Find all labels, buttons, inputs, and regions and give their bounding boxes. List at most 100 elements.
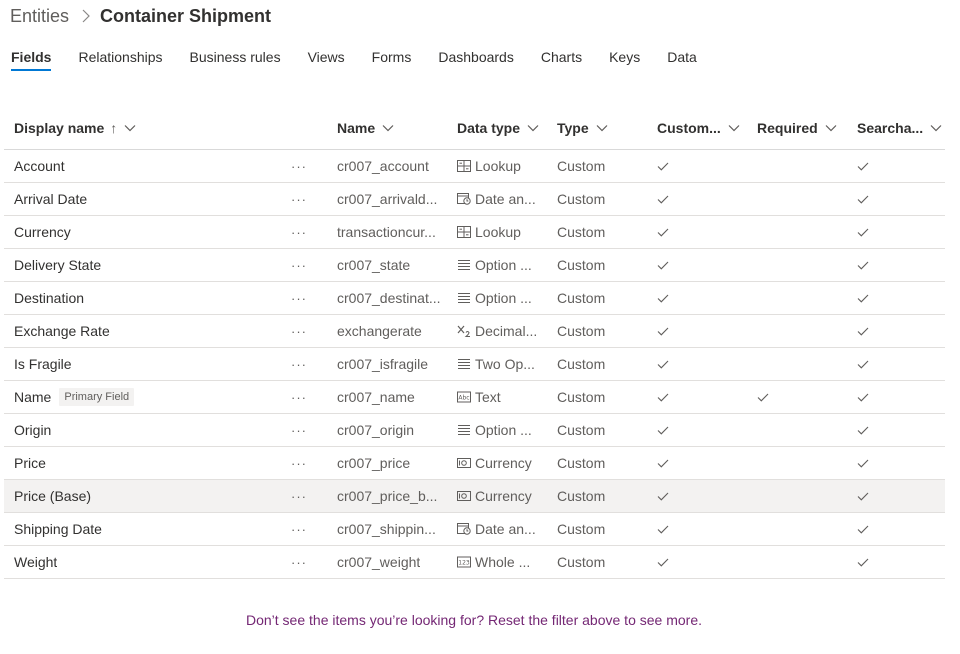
- table-row[interactable]: Is Fragile ··· cr007_isfragile Two Op... Cus…: [4, 348, 945, 381]
- customizable-cell: [657, 150, 669, 182]
- checkmark-icon: [657, 525, 669, 534]
- primary-field-badge: Primary Field: [59, 388, 135, 406]
- date-icon: [457, 193, 471, 205]
- checkmark-icon: [857, 195, 869, 204]
- whole-number-icon: 123: [457, 556, 471, 568]
- tab-data[interactable]: Data: [667, 48, 697, 70]
- type-cell: Custom: [557, 488, 606, 504]
- data-type-cell: Date an...: [457, 513, 536, 545]
- sort-ascending-icon: ↑: [110, 119, 118, 136]
- type-cell: Custom: [557, 290, 606, 306]
- lookup-icon: [457, 226, 471, 238]
- more-options-button[interactable]: ···: [290, 249, 308, 281]
- table-row[interactable]: Weight ··· cr007_weight 123 Whole ... Custom: [4, 546, 945, 579]
- type-cell: Custom: [557, 257, 606, 273]
- more-options-button[interactable]: ···: [290, 216, 308, 248]
- more-options-button[interactable]: ···: [290, 480, 308, 512]
- display-name-text: Exchange Rate: [14, 323, 110, 339]
- display-name-text: Origin: [14, 422, 52, 438]
- type-cell: Custom: [557, 455, 606, 471]
- name-cell: cr007_state: [337, 257, 411, 273]
- data-type-cell: Currency: [457, 447, 532, 479]
- more-options-button[interactable]: ···: [290, 183, 308, 215]
- checkmark-icon: [857, 393, 869, 402]
- tab-relationships[interactable]: Relationships: [78, 48, 162, 70]
- column-header-name[interactable]: Name: [337, 106, 394, 149]
- display-name-cell: Account: [14, 150, 65, 182]
- reset-filter-message[interactable]: Don’t see the items you’re looking for? …: [0, 612, 948, 628]
- tab-fields[interactable]: Fields: [11, 48, 52, 71]
- data-type-cell: Decimal...: [457, 315, 537, 347]
- searchable-cell: [857, 414, 869, 446]
- data-type-text: Decimal...: [475, 323, 538, 339]
- table-row[interactable]: Arrival Date ··· cr007_arrivald... Date an.…: [4, 183, 945, 216]
- chevron-down-icon: [527, 124, 539, 132]
- more-options-button[interactable]: ···: [290, 348, 308, 380]
- tab-views[interactable]: Views: [308, 48, 345, 70]
- checkmark-icon: [857, 525, 869, 534]
- column-header-searchable[interactable]: Searcha...: [857, 106, 942, 149]
- tab-bar: Fields Relationships Business rules View…: [11, 48, 724, 71]
- table-row[interactable]: Name Primary Field ··· cr007_name Abc Text Cus…: [4, 381, 945, 414]
- checkmark-icon: [857, 162, 869, 171]
- customizable-cell: [657, 381, 669, 413]
- searchable-cell: [857, 150, 869, 182]
- type-cell: Custom: [557, 323, 606, 339]
- column-header-label: Required: [757, 119, 818, 136]
- fields-grid: Display name ↑ Name Data type Type Custo…: [4, 106, 945, 579]
- checkmark-icon: [857, 294, 869, 303]
- lookup-icon: [457, 160, 471, 172]
- name-cell: cr007_destinat...: [337, 290, 441, 306]
- searchable-cell: [857, 348, 869, 380]
- table-row[interactable]: Price ··· cr007_price Currency Custom: [4, 447, 945, 480]
- more-options-button[interactable]: ···: [290, 315, 308, 347]
- name-cell: cr007_account: [337, 158, 429, 174]
- more-options-button[interactable]: ···: [290, 513, 308, 545]
- column-header-label: Display name: [14, 119, 105, 136]
- page-title: Container Shipment: [100, 5, 272, 26]
- tab-keys[interactable]: Keys: [609, 48, 640, 70]
- option-icon: [457, 424, 471, 436]
- table-row[interactable]: Currency ··· transactioncur... Lookup Custom: [4, 216, 945, 249]
- name-cell: cr007_name: [337, 389, 415, 405]
- tab-forms[interactable]: Forms: [372, 48, 412, 70]
- column-header-customizable[interactable]: Custom...: [657, 106, 740, 149]
- table-row[interactable]: Origin ··· cr007_origin Option ... Custom: [4, 414, 945, 447]
- checkmark-icon: [657, 459, 669, 468]
- table-row[interactable]: Account ··· cr007_account Lookup Custom: [4, 150, 945, 183]
- chevron-right-icon: [82, 9, 90, 23]
- chevron-down-icon: [596, 124, 608, 132]
- table-row[interactable]: Exchange Rate ··· exchangerate Decimal... Cu…: [4, 315, 945, 348]
- more-options-button[interactable]: ···: [290, 447, 308, 479]
- display-name-text: Account: [14, 158, 65, 174]
- breadcrumb-entities-link[interactable]: Entities: [10, 6, 69, 27]
- chevron-down-icon: [825, 124, 837, 132]
- checkmark-icon: [657, 426, 669, 435]
- tab-dashboards[interactable]: Dashboards: [438, 48, 514, 70]
- more-options-button[interactable]: ···: [290, 414, 308, 446]
- more-options-button[interactable]: ···: [290, 150, 308, 182]
- more-options-button[interactable]: ···: [290, 282, 308, 314]
- type-cell: Custom: [557, 191, 606, 207]
- table-row[interactable]: Price (Base) ··· cr007_price_b... Currency C…: [4, 480, 945, 513]
- column-header-required[interactable]: Required: [757, 106, 837, 149]
- column-header-data-type[interactable]: Data type: [457, 106, 539, 149]
- tab-business-rules[interactable]: Business rules: [190, 48, 281, 70]
- grid-header-row: Display name ↑ Name Data type Type Custo…: [4, 106, 945, 150]
- checkmark-icon: [657, 228, 669, 237]
- tab-charts[interactable]: Charts: [541, 48, 582, 70]
- data-type-text: Text: [475, 389, 501, 405]
- table-row[interactable]: Destination ··· cr007_destinat... Option ..…: [4, 282, 945, 315]
- checkmark-icon: [657, 294, 669, 303]
- customizable-cell: [657, 315, 669, 347]
- data-type-text: Currency: [475, 488, 532, 504]
- table-row[interactable]: Delivery State ··· cr007_state Option ... Cu…: [4, 249, 945, 282]
- more-options-button[interactable]: ···: [290, 381, 308, 413]
- column-header-type[interactable]: Type: [557, 106, 608, 149]
- searchable-cell: [857, 216, 869, 248]
- more-options-button[interactable]: ···: [290, 546, 308, 578]
- table-row[interactable]: Shipping Date ··· cr007_shippin... Date an.…: [4, 513, 945, 546]
- column-header-display-name[interactable]: Display name ↑: [14, 106, 136, 149]
- grid-body: Account ··· cr007_account Lookup Custom Arriv…: [4, 150, 945, 579]
- chevron-down-icon: [728, 124, 740, 132]
